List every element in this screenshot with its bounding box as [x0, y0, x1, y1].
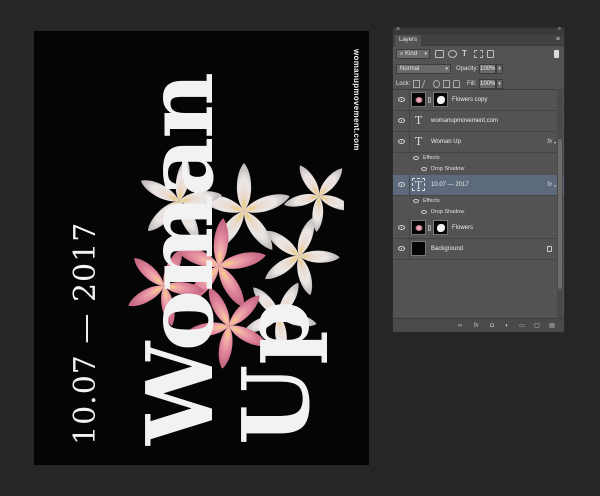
adjustment-icon[interactable]: ◐	[502, 322, 512, 330]
blend-row: Normal ▾ Opacity: 100% ▾	[393, 63, 564, 76]
search-icon: ⌕	[400, 51, 404, 57]
fill-dropdown[interactable]: ▾	[496, 79, 503, 89]
effect-name: Drop Shadow	[431, 209, 465, 215]
folder-icon[interactable]: ▭	[517, 322, 527, 330]
effect-eye-icon[interactable]	[421, 210, 427, 214]
link-icon[interactable]: ∞	[455, 322, 465, 330]
lock-image-icon[interactable]	[421, 80, 432, 88]
filter-toggle-icon[interactable]	[554, 50, 559, 58]
layers-scrollbar[interactable]	[557, 89, 563, 319]
layer-effects-row[interactable]: Effects	[393, 196, 564, 207]
visibility-eye-icon[interactable]	[398, 246, 405, 251]
fx-icon[interactable]: fx	[471, 322, 481, 330]
tab-layers[interactable]: Layers	[395, 35, 422, 46]
divider	[409, 175, 410, 195]
opacity-input[interactable]: 100%	[479, 64, 496, 74]
lock-artboard-icon[interactable]	[443, 80, 450, 88]
text-layer-icon: T	[414, 135, 423, 148]
layer-date[interactable]: T 10.07 — 2017 fx ▾	[393, 175, 564, 196]
layer-thumbnail	[411, 92, 426, 107]
effects-eye-icon[interactable]	[413, 199, 419, 203]
layer-woman-up[interactable]: T Woman Up fx ▾	[393, 132, 564, 153]
fx-icon[interactable]: fx	[547, 175, 552, 196]
visibility-eye-icon[interactable]	[398, 182, 405, 187]
layer-name[interactable]: Flowers copy	[452, 90, 487, 111]
collapse-icon[interactable]: »	[558, 26, 561, 32]
layer-effects-row[interactable]: Effects	[393, 153, 564, 164]
layer-name[interactable]: Flowers	[452, 218, 473, 239]
layer-mask-thumbnail[interactable]	[433, 92, 448, 107]
panel-tab-bar: Layers ≡	[393, 35, 564, 46]
poster-title-up: Up	[222, 300, 330, 445]
layer-effect-drop-shadow[interactable]: Drop Shadow	[393, 164, 564, 175]
chevron-down-icon[interactable]: ▾	[554, 183, 556, 188]
link-icon[interactable]	[428, 225, 431, 231]
mask-icon[interactable]: ◘	[487, 322, 497, 330]
layer-name[interactable]: Background	[431, 239, 463, 260]
poster-url-text: womanupmovement.com	[352, 49, 361, 151]
filter-row: ⌕ Kind ▾ T	[393, 48, 564, 61]
chevron-down-icon[interactable]: ▾	[554, 140, 556, 145]
layer-mask-thumbnail[interactable]	[433, 220, 448, 235]
chevron-down-icon: ▾	[424, 51, 427, 57]
opacity-label: Opacity:	[456, 66, 479, 72]
visibility-eye-icon[interactable]	[398, 118, 405, 123]
smart-object-filter-icon[interactable]	[487, 50, 494, 58]
effects-label: Effects	[423, 155, 440, 161]
filter-kind-select[interactable]: ⌕ Kind ▾	[396, 49, 430, 59]
effects-label: Effects	[423, 198, 440, 204]
shape-filter-icon[interactable]	[474, 50, 483, 58]
blend-mode-select[interactable]: Normal ▾	[396, 64, 451, 74]
lock-all-icon[interactable]	[453, 80, 460, 88]
text-layer-icon: T	[412, 178, 425, 192]
scrollbar-thumb[interactable]	[558, 139, 562, 289]
poster-canvas[interactable]: womanupmovement.com Up Woman 10.07 — 201…	[34, 31, 369, 465]
poster-date-text: 10.07 — 2017	[68, 221, 103, 445]
visibility-eye-icon[interactable]	[398, 225, 405, 230]
divider	[409, 239, 410, 259]
lock-icon[interactable]	[547, 246, 552, 252]
layer-name[interactable]: 10.07 — 2017	[431, 175, 469, 196]
link-icon[interactable]	[428, 97, 431, 103]
layer-background[interactable]: Background	[393, 239, 564, 260]
visibility-eye-icon[interactable]	[398, 139, 405, 144]
layer-name[interactable]: womanupmovement.com	[431, 111, 498, 132]
layer-flowers[interactable]: Flowers	[393, 218, 564, 239]
layer-name[interactable]: Woman Up	[431, 132, 461, 153]
divider	[409, 111, 410, 131]
layer-thumbnail	[411, 241, 426, 256]
new-layer-icon[interactable]: ▢	[532, 322, 542, 330]
pixel-filter-icon[interactable]	[435, 50, 444, 58]
layer-effect-drop-shadow[interactable]: Drop Shadow	[393, 207, 564, 218]
lock-position-icon[interactable]	[433, 80, 440, 88]
divider	[409, 90, 410, 110]
fill-input[interactable]: 100%	[479, 79, 496, 89]
effect-name: Drop Shadow	[431, 166, 465, 172]
opacity-dropdown[interactable]: ▾	[496, 64, 503, 74]
layer-flowers-copy[interactable]: Flowers copy	[393, 90, 564, 111]
text-layer-icon: T	[414, 114, 423, 127]
panel-footer: ∞ fx ◘ ◐ ▭ ▢ ▤	[393, 318, 564, 332]
close-icon[interactable]: ×	[396, 26, 400, 33]
divider	[409, 132, 410, 152]
blend-mode-value: Normal	[400, 66, 420, 72]
visibility-eye-icon[interactable]	[398, 97, 405, 102]
effect-eye-icon[interactable]	[421, 167, 427, 171]
fx-icon[interactable]: fx	[547, 132, 552, 153]
lock-transparent-icon[interactable]	[413, 80, 420, 88]
type-filter-icon[interactable]: T	[462, 50, 471, 58]
effects-eye-icon[interactable]	[413, 156, 419, 160]
panel-title-bar[interactable]: × »	[393, 26, 564, 35]
layers-list: Flowers copy T womanupmovement.com T Wom…	[393, 89, 564, 319]
divider	[409, 218, 410, 238]
chevron-down-icon: ▾	[445, 66, 448, 72]
panel-menu-icon[interactable]: ≡	[556, 36, 560, 44]
layers-panel: × » Layers ≡ ⌕ Kind ▾ T Normal ▾ Opacity…	[392, 26, 565, 333]
layer-thumbnail	[411, 220, 426, 235]
filter-kind-label: Kind	[405, 51, 418, 57]
poster-title-woman: Woman	[126, 73, 234, 445]
trash-icon[interactable]: ▤	[547, 322, 557, 330]
layer-womanupmovement[interactable]: T womanupmovement.com	[393, 111, 564, 132]
adjustment-filter-icon[interactable]	[448, 50, 457, 58]
